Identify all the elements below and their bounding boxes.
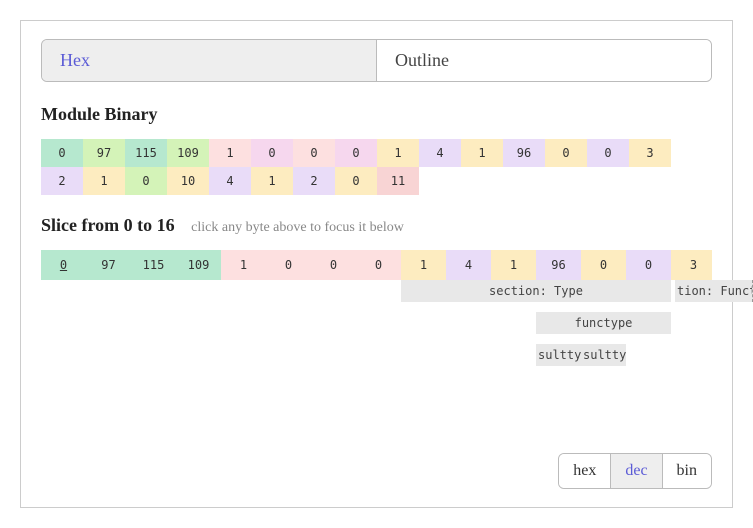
byte-cell[interactable]: 1 [209,139,251,167]
byte-cell[interactable]: 0 [251,139,293,167]
slice-byte-cell[interactable]: 0 [356,250,401,280]
radix-dec[interactable]: dec [610,454,661,488]
view-tabs: Hex Outline [41,39,712,82]
tab-outline[interactable]: Outline [376,40,711,81]
parse-overlay[interactable]: functype [536,312,671,334]
byte-cell[interactable]: 2 [41,167,83,195]
slice-byte-cell[interactable]: 1 [491,250,536,280]
byte-cell[interactable]: 3 [629,139,671,167]
slice-byte-cell[interactable]: 0 [311,250,356,280]
byte-cell[interactable]: 1 [251,167,293,195]
slice-byte-cell[interactable]: 0 [266,250,311,280]
radix-hex[interactable]: hex [559,454,610,488]
slice-byte-cell[interactable]: 1 [401,250,446,280]
app-container: Hex Outline Module Binary 09711510910001… [20,20,733,508]
slice-byte-cell[interactable]: 109 [176,250,221,280]
slice-bytes: 0971151091000141960032 [41,250,712,280]
parse-overlay[interactable]: sultty [581,344,626,366]
byte-cell[interactable]: 0 [587,139,629,167]
byte-cell[interactable]: 4 [209,167,251,195]
byte-cell[interactable]: 109 [167,139,209,167]
byte-cell[interactable]: 0 [335,167,377,195]
byte-cell[interactable]: 2 [293,167,335,195]
slice-title: Slice from 0 to 16 click any byte above … [41,215,712,236]
slice-byte-cell[interactable]: 0 [41,250,86,280]
byte-cell[interactable]: 0 [293,139,335,167]
radix-bin[interactable]: bin [662,454,711,488]
parse-overlay[interactable]: tion: Funct [675,280,753,302]
byte-cell[interactable]: 0 [41,139,83,167]
slice-byte-cell[interactable]: 115 [131,250,176,280]
slice-byte-cell[interactable]: 0 [581,250,626,280]
module-binary-title: Module Binary [41,104,712,125]
slice-title-prefix: Slice from [41,215,124,235]
slice-byte-cell[interactable]: 0 [626,250,671,280]
byte-cell[interactable]: 0 [545,139,587,167]
byte-cell[interactable]: 1 [461,139,503,167]
byte-cell[interactable]: 0 [125,167,167,195]
byte-cell[interactable]: 4 [419,139,461,167]
radix-switch: hex dec bin [558,453,712,489]
byte-cell[interactable]: 96 [503,139,545,167]
tab-hex[interactable]: Hex [42,40,376,81]
byte-cell[interactable]: 1 [377,139,419,167]
slice-byte-cell[interactable]: 97 [86,250,131,280]
byte-cell[interactable]: 10 [167,167,209,195]
byte-cell[interactable]: 115 [125,139,167,167]
byte-cell[interactable]: 11 [377,167,419,195]
slice-byte-cell[interactable]: 4 [446,250,491,280]
parse-overlays: section: Typetion: Functfunctypesulttysu… [41,280,712,390]
parse-overlay[interactable]: section: Type [401,280,671,302]
slice-to: 16 [157,215,175,235]
slice-from: 0 [124,215,133,235]
module-binary-bytes: 09711510910001419600321010412011 [41,139,712,195]
slice-byte-cell[interactable]: 3 [671,250,712,280]
slice-byte-cell[interactable]: 1 [221,250,266,280]
byte-cell[interactable]: 1 [83,167,125,195]
parse-overlay[interactable]: sultty [536,344,581,366]
slice-hint: click any byte above to focus it below [191,220,404,235]
slice-byte-cell[interactable]: 96 [536,250,581,280]
byte-cell[interactable]: 97 [83,139,125,167]
byte-cell[interactable]: 0 [335,139,377,167]
